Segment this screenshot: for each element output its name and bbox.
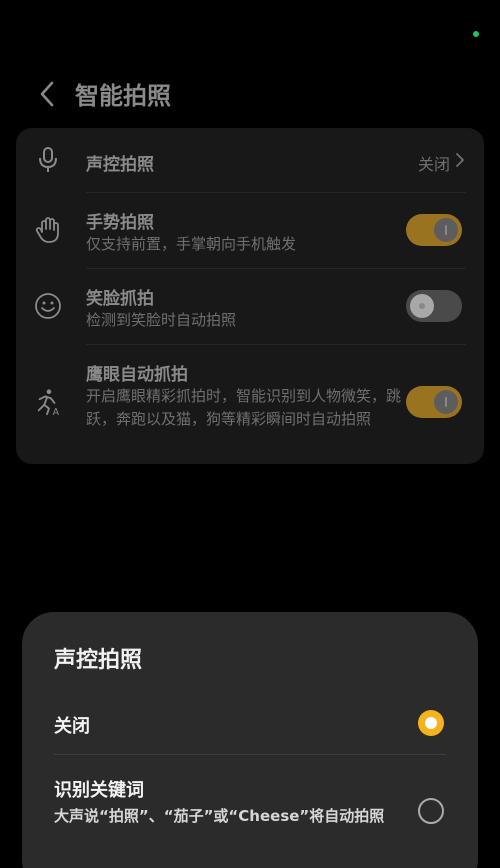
gesture-photo-toggle[interactable] [406,214,462,246]
option-description: 大声说“拍照”、“茄子”或“Cheese”将自动拍照 [54,807,385,825]
chevron-right-icon [456,153,464,167]
setting-description: 开启鹰眼精彩抓拍时，智能识别到人物微笑，跳跃，奔跑以及猫，狗等精彩瞬间时自动拍照 [86,387,402,428]
back-button[interactable] [34,78,60,110]
svg-text:A: A [53,407,60,417]
chevron-left-icon [40,81,54,107]
radio-selected[interactable] [418,710,444,736]
sheet-title: 声控拍照 [54,648,143,673]
setting-row-voice-photo[interactable]: 声控拍照 关闭 [16,128,484,192]
toggle-knob [434,390,458,414]
status-indicator-dot [473,31,479,37]
setting-row-eagle-eye-capture[interactable]: A 鹰眼自动抓拍 开启鹰眼精彩抓拍时，智能识别到人物微笑，跳跃，奔跑以及猫，狗等… [16,344,484,464]
setting-label: 鹰眼自动抓拍 [86,365,188,385]
toggle-knob [434,218,458,242]
option-label: 识别关键词 [54,780,144,801]
setting-description: 仅支持前置，手掌朝向手机触发 [86,235,297,253]
setting-label: 声控拍照 [86,155,154,175]
smile-capture-toggle[interactable] [406,290,462,322]
option-label: 关闭 [54,716,90,737]
top-bar: 智能拍照 [0,72,500,116]
setting-value: 关闭 [417,155,450,174]
setting-label: 笑脸抓拍 [86,289,154,309]
hand-icon [34,216,62,244]
setting-label: 手势拍照 [86,213,154,233]
setting-row-gesture-photo[interactable]: 手势拍照 仅支持前置，手掌朝向手机触发 [16,192,484,268]
running-person-icon: A [34,388,62,417]
settings-card: 声控拍照 关闭 手势拍照 仅支持前置，手掌朝向手机触发 笑脸抓拍 检测到笑脸时自… [16,128,484,464]
radio-unselected[interactable] [418,798,444,824]
page-title: 智能拍照 [75,82,171,110]
eagle-eye-toggle[interactable] [406,386,462,418]
smile-face-icon [34,292,62,320]
setting-description: 检测到笑脸时自动拍照 [86,311,237,329]
voice-photo-bottom-sheet: 声控拍照 关闭 识别关键词 大声说“拍照”、“茄子”或“Cheese”将自动拍照 [22,612,478,868]
microphone-icon [34,146,62,174]
toggle-knob [410,294,434,318]
setting-row-smile-capture[interactable]: 笑脸抓拍 检测到笑脸时自动拍照 [16,268,484,344]
divider [54,754,446,755]
